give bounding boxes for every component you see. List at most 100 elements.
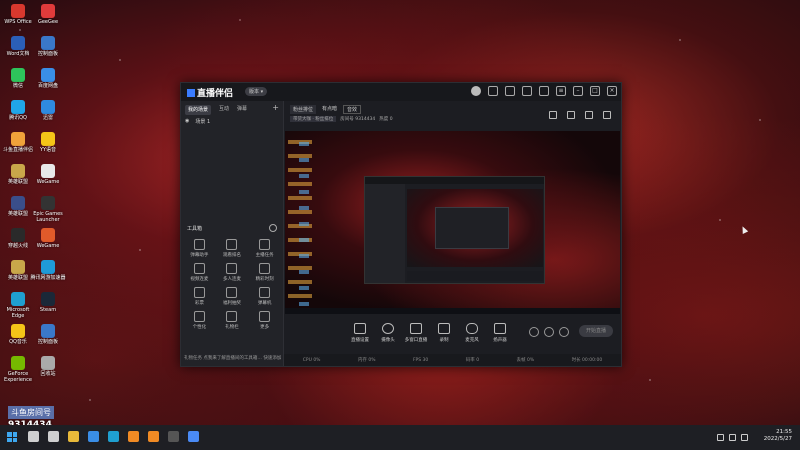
desktop-icon[interactable]: 回收站	[30, 356, 66, 377]
maximize-icon[interactable]: □	[590, 86, 600, 96]
store-icon[interactable]	[549, 111, 557, 119]
scene-name: 场景 1	[195, 119, 211, 125]
message-icon[interactable]	[488, 86, 498, 96]
camera-button[interactable]: 摄像头	[374, 323, 402, 343]
avatar[interactable]	[471, 86, 481, 96]
status-bar: CPU 0% 内存 0% FPS 30 码率 0 丢帧 0% 时长 00:00:00	[284, 354, 621, 366]
desktop-icon[interactable]: Steam	[30, 292, 66, 313]
microphone-label: 麦克风	[465, 338, 479, 343]
toolbox-item[interactable]: 个性化	[183, 311, 216, 330]
gear-icon[interactable]	[559, 327, 569, 337]
preview-taskbar	[285, 308, 620, 314]
record-button[interactable]: 录制	[430, 323, 458, 343]
desktop-icon[interactable]: 控制面板	[30, 324, 66, 345]
desktop-icon[interactable]: WeGame	[30, 164, 66, 185]
toolbox-item[interactable]: 主播任务	[248, 239, 281, 258]
tab-dim[interactable]: 有点暗	[322, 105, 337, 114]
task-view-icon[interactable]	[48, 431, 59, 442]
toolbox-item[interactable]: 多人连麦	[216, 263, 249, 282]
toolbox-item[interactable]: 观看排名	[216, 239, 249, 258]
multi-window-icon	[410, 323, 422, 334]
toolbox-item[interactable]: 彩票	[183, 287, 216, 306]
desktop-icon[interactable]: YY语音	[30, 132, 66, 153]
input-method-icon[interactable]	[741, 434, 748, 441]
bell-icon[interactable]	[585, 111, 593, 119]
app-icon	[11, 36, 25, 50]
lock-icon[interactable]	[567, 111, 575, 119]
live-settings-button[interactable]: 直播设置	[346, 323, 374, 343]
microphone-icon	[466, 323, 478, 334]
desktop-icon-label: GeeGee	[37, 19, 59, 25]
video-icon[interactable]	[529, 327, 539, 337]
toolbox-title: 工具箱	[187, 226, 203, 232]
share-icon[interactable]	[603, 111, 611, 119]
app-icon	[41, 292, 55, 306]
toolbox-item-label: 观看排名	[222, 253, 241, 258]
desktop-icon-label: Steam	[39, 307, 57, 313]
network-icon[interactable]	[717, 434, 724, 441]
desktop-icon[interactable]: Epic Games Launcher	[30, 196, 66, 223]
clock[interactable]: 21:55 2022/5/27	[764, 429, 792, 443]
app-titlebar[interactable]: 直播伴侣 版本 ▾ ≡ – □ ×	[181, 83, 621, 101]
app-icon	[11, 132, 25, 146]
shirt-icon[interactable]	[539, 86, 549, 96]
go-live-button[interactable]: 开始直播	[579, 325, 613, 337]
toolbox-item[interactable]: 福利抽奖	[216, 287, 249, 306]
eye-icon[interactable]: ◉	[185, 118, 189, 125]
tool-icon	[259, 287, 271, 298]
toolbox-item[interactable]: 精彩时刻	[248, 263, 281, 282]
status-item: 码率 0	[465, 358, 480, 363]
app-icon	[11, 228, 25, 242]
tab-interact[interactable]: 互动	[219, 105, 229, 115]
toolbox-toggle-icon[interactable]	[269, 224, 277, 232]
chrome-icon[interactable]	[188, 431, 199, 442]
toolbox-item-label: 彩票	[194, 301, 204, 306]
start-button[interactable]	[7, 432, 17, 442]
tab-sound-effects[interactable]: 音效	[343, 105, 362, 114]
menu-icon[interactable]: ≡	[556, 86, 566, 96]
version-badge[interactable]: 版本 ▾	[245, 87, 268, 96]
desktop-icon[interactable]: 百度网盘	[30, 68, 66, 89]
obs-icon[interactable]	[168, 431, 179, 442]
windows-taskbar: 21:55 2022/5/27	[0, 425, 800, 450]
tab-fan-rank[interactable]: 粉丝排位	[290, 105, 317, 114]
chat-icon[interactable]	[505, 86, 515, 96]
live-preview[interactable]	[285, 131, 620, 314]
desktop-icon[interactable]: GeeGee	[30, 4, 66, 25]
main-panel: 粉丝排位 有点暗 音效 带货大咖 · 粉丝排位 房间号 9314434 热度 0	[284, 101, 621, 366]
toolbox-item[interactable]: 弹幕助手	[183, 239, 216, 258]
add-scene-button[interactable]: +	[272, 104, 279, 115]
volume-icon[interactable]	[729, 434, 736, 441]
toolbox-item[interactable]: 更多	[248, 311, 281, 330]
toolbox-item[interactable]: 礼物栏	[216, 311, 249, 330]
minimize-icon[interactable]: –	[573, 86, 583, 96]
left-footer-tip[interactable]: 礼物任务 点我来了解直播间的工具箱… 快速添加	[184, 355, 281, 361]
tab-my-scenes[interactable]: 我的场景	[185, 105, 212, 115]
tab-danmaku[interactable]: 弹幕	[237, 105, 247, 115]
gift-icon[interactable]	[522, 86, 532, 96]
douyu-icon[interactable]	[128, 431, 139, 442]
microphone-button[interactable]: 麦克风	[458, 323, 486, 343]
room-number: 房间号 9314434	[340, 117, 376, 122]
douyu-icon[interactable]	[148, 431, 159, 442]
search-icon[interactable]	[28, 431, 39, 442]
clock-icon[interactable]	[544, 327, 554, 337]
toolbox-item[interactable]: 视频连麦	[183, 263, 216, 282]
multi-window-label: 多窗口直播	[404, 338, 428, 343]
multi-window-button[interactable]: 多窗口直播	[402, 323, 430, 343]
desktop-icon[interactable]: WeGame	[30, 228, 66, 249]
edge-icon[interactable]	[108, 431, 119, 442]
scene-item[interactable]: ◉ 场景 1	[181, 115, 283, 128]
close-icon[interactable]: ×	[607, 86, 617, 96]
desktop-icon-label: 百度网盘	[37, 83, 58, 89]
file-explorer-icon[interactable]	[68, 431, 79, 442]
status-item: 时长 00:00:00	[571, 358, 603, 363]
store-icon[interactable]	[88, 431, 99, 442]
speaker-button[interactable]: 扬声器	[486, 323, 514, 343]
desktop-icon[interactable]: 腾讯网游加速器	[30, 260, 66, 281]
toolbox-item[interactable]: 弹幕机	[248, 287, 281, 306]
desktop-icon[interactable]: 迅雷	[30, 100, 66, 121]
desktop-icon[interactable]: 控制面板	[30, 36, 66, 57]
room-category[interactable]: 带货大咖 · 粉丝排位	[290, 116, 337, 122]
status-item: CPU 0%	[302, 357, 321, 363]
